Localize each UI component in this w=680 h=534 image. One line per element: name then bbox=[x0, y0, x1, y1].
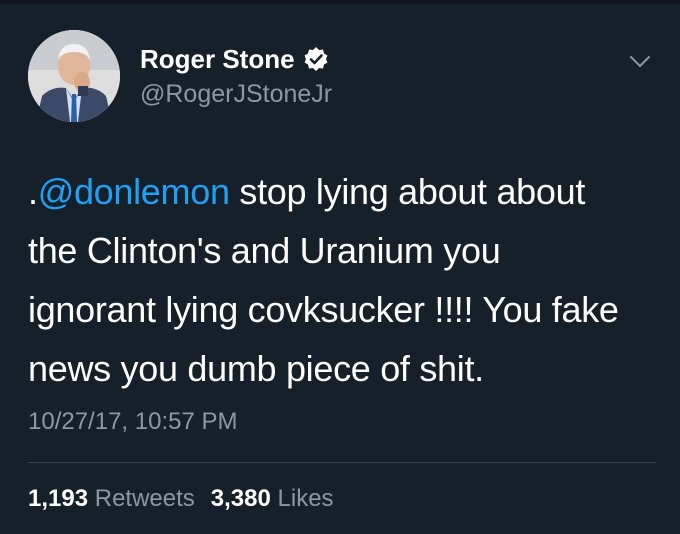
mention-link[interactable]: @donlemon bbox=[38, 171, 230, 212]
tweet-line-4: news you dumb piece of shit. bbox=[28, 348, 484, 389]
avatar-photo bbox=[28, 30, 120, 122]
retweets-label: Retweets bbox=[94, 485, 195, 512]
tweet-card: Roger Stone @RogerJStoneJr .@donlemon st… bbox=[0, 0, 680, 534]
tweet-timestamp[interactable]: 10/27/17, 10:57 PM bbox=[28, 408, 237, 436]
tweet-line-2: the Clinton's and Uranium you bbox=[28, 230, 501, 271]
avatar[interactable] bbox=[28, 30, 120, 122]
top-divider bbox=[0, 0, 680, 4]
stats-divider bbox=[28, 462, 656, 463]
likes-stat[interactable]: 3,380 Likes bbox=[211, 485, 334, 512]
tweet-text: .@donlemon stop lying about about the Cl… bbox=[28, 162, 668, 398]
retweets-count: 1,193 bbox=[28, 485, 89, 512]
engagement-stats: 1,193 Retweets 3,380 Likes bbox=[28, 485, 334, 513]
chevron-down-icon[interactable] bbox=[628, 54, 652, 70]
retweets-stat[interactable]: 1,193 Retweets bbox=[28, 485, 195, 512]
author-display-name[interactable]: Roger Stone bbox=[140, 44, 295, 75]
likes-label: Likes bbox=[277, 485, 334, 512]
author-handle[interactable]: @RogerJStoneJr bbox=[140, 80, 332, 109]
author-name-row[interactable]: Roger Stone bbox=[140, 44, 329, 74]
tweet-line-1: .@donlemon stop lying about about bbox=[28, 162, 668, 221]
likes-count: 3,380 bbox=[210, 485, 271, 512]
tweet-prefix: . bbox=[28, 171, 38, 212]
verified-badge-icon bbox=[303, 46, 329, 72]
tweet-line-3: ignorant lying covksucker !!!! You fake bbox=[28, 289, 619, 330]
tweet-line-1-text: stop lying about about bbox=[229, 171, 586, 212]
